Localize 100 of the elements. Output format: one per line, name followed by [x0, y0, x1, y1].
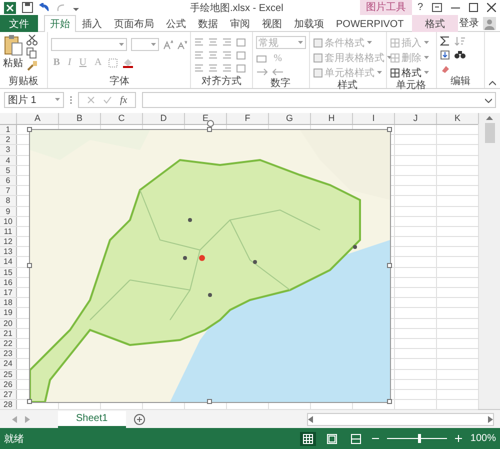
scrollbar-thumb[interactable] — [484, 123, 494, 143]
view-button[interactable] — [300, 432, 316, 446]
copy-icon[interactable] — [26, 47, 38, 59]
rotate-handle-icon[interactable] — [207, 120, 214, 127]
border-icon[interactable] — [108, 58, 118, 68]
row-header[interactable]: 13 — [0, 247, 17, 256]
resize-handle[interactable] — [27, 127, 32, 132]
align-icon[interactable] — [208, 51, 218, 60]
resize-handle[interactable] — [387, 263, 392, 268]
row-header[interactable]: 17 — [0, 288, 17, 298]
prev-sheet-icon[interactable] — [12, 416, 17, 422]
row-header[interactable]: 2 — [0, 135, 17, 144]
caret-icon[interactable] — [55, 98, 60, 102]
resize-handle[interactable] — [387, 399, 392, 404]
align-icon[interactable] — [208, 64, 218, 73]
column-header[interactable]: I — [353, 113, 395, 124]
currency-icon[interactable] — [256, 54, 268, 64]
cells-menu-button[interactable]: 格式 — [390, 66, 429, 79]
eraser-icon[interactable] — [440, 64, 450, 74]
grow-font-icon[interactable] — [163, 40, 174, 50]
row-header[interactable]: 23 — [0, 349, 17, 358]
scroll-up-icon[interactable] — [486, 115, 493, 120]
caret-icon[interactable] — [424, 70, 429, 74]
maximize-icon[interactable] — [469, 3, 478, 12]
close-icon[interactable] — [487, 3, 496, 12]
wrap-icon[interactable] — [236, 51, 246, 60]
row-header[interactable]: 8 — [0, 196, 17, 206]
fill-color-icon[interactable] — [122, 58, 134, 68]
brush-icon[interactable] — [26, 60, 38, 72]
font-name-field[interactable] — [51, 38, 128, 51]
redo-icon[interactable] — [56, 2, 67, 12]
ribbon-tab[interactable]: 公式 — [160, 15, 192, 32]
sign-in-link[interactable]: 登录 — [459, 16, 479, 30]
zoom-slider-thumb[interactable] — [418, 434, 421, 443]
sheet-tab[interactable]: Sheet1 — [58, 410, 126, 428]
align-icon[interactable] — [222, 51, 232, 60]
caret-icon[interactable] — [151, 42, 156, 46]
collapse-icon[interactable] — [489, 81, 496, 86]
ribbon-tab[interactable]: 加载项 — [288, 15, 330, 32]
decimal-icon[interactable] — [256, 68, 268, 77]
ribbon-tab[interactable]: 页面布局 — [108, 15, 160, 32]
zoom-out-icon[interactable] — [372, 435, 380, 442]
ribbon-tab[interactable]: POWERPIVOT — [330, 15, 410, 32]
row-header[interactable]: 18 — [0, 298, 17, 308]
ribbon-tab[interactable]: 开始 — [44, 15, 76, 32]
caret-icon[interactable] — [119, 42, 124, 46]
zoom-level[interactable]: 100% — [470, 433, 496, 444]
row-header[interactable]: 3 — [0, 145, 17, 155]
align-icon[interactable] — [208, 38, 218, 47]
column-header[interactable]: A — [17, 113, 59, 124]
row-header[interactable]: 24 — [0, 359, 17, 368]
formula-input[interactable] — [142, 92, 496, 108]
column-header[interactable]: C — [101, 113, 143, 124]
row-header[interactable]: 1 — [0, 125, 17, 134]
scroll-left-icon[interactable] — [308, 416, 313, 422]
resize-handle[interactable] — [27, 399, 32, 404]
column-header[interactable]: H — [311, 113, 353, 124]
caret-icon[interactable] — [298, 40, 303, 44]
undo-icon[interactable] — [39, 2, 50, 12]
resize-handle[interactable] — [207, 399, 212, 404]
expand-icon[interactable] — [485, 98, 492, 102]
ribbon-tab[interactable]: 格式 — [412, 15, 458, 32]
help-button[interactable]: ? — [417, 2, 423, 13]
horizontal-scrollbar[interactable] — [307, 412, 494, 426]
row-header[interactable]: 7 — [0, 186, 17, 196]
sum-icon[interactable] — [440, 36, 450, 46]
wrap-icon[interactable] — [236, 64, 246, 73]
align-icon[interactable] — [222, 64, 232, 73]
column-header[interactable]: B — [59, 113, 101, 124]
resize-handle[interactable] — [387, 127, 392, 132]
paste-button[interactable]: 粘贴 — [3, 34, 23, 75]
fill-icon[interactable] — [440, 50, 450, 60]
cut-icon[interactable] — [26, 34, 38, 46]
column-header[interactable]: D — [143, 113, 185, 124]
font-size-field[interactable] — [131, 38, 160, 51]
ribbon-options-icon[interactable] — [432, 3, 442, 12]
cancel-icon[interactable] — [87, 96, 95, 104]
name-box[interactable]: 图片 1 — [4, 92, 64, 108]
align-icon[interactable] — [194, 38, 204, 47]
insert-function-button[interactable]: fx — [120, 94, 128, 106]
align-icon[interactable] — [194, 64, 204, 73]
next-sheet-icon[interactable] — [25, 416, 30, 422]
ribbon-tab[interactable]: 文件 — [0, 15, 38, 32]
resize-handle[interactable] — [27, 263, 32, 268]
add-sheet-icon[interactable] — [134, 414, 145, 424]
align-icon[interactable] — [222, 38, 232, 47]
enter-icon[interactable] — [103, 96, 112, 104]
row-header[interactable]: 28 — [0, 400, 17, 410]
row-header[interactable]: 12 — [0, 237, 17, 246]
find-icon[interactable] — [454, 50, 466, 60]
wrap-icon[interactable] — [236, 38, 246, 47]
align-icon[interactable] — [194, 51, 204, 60]
excel-logo-icon[interactable] — [4, 2, 16, 14]
zoom-in-icon[interactable] — [455, 435, 462, 442]
scroll-right-icon[interactable] — [488, 416, 493, 422]
row-header[interactable]: 19 — [0, 308, 17, 318]
row-header[interactable]: 14 — [0, 257, 17, 267]
ribbon-tab[interactable]: 视图 — [256, 15, 288, 32]
column-header[interactable]: G — [269, 113, 311, 124]
save-icon[interactable] — [22, 2, 33, 13]
